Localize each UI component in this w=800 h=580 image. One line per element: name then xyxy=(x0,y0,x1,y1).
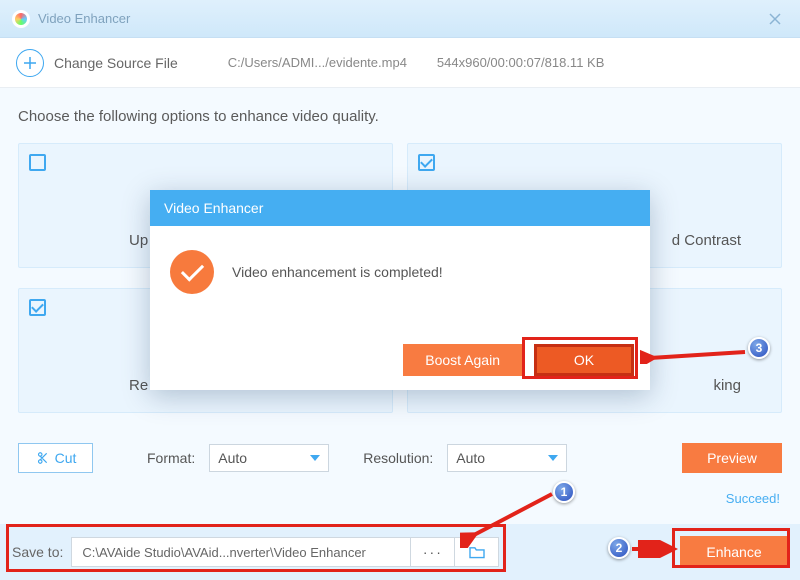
save-path-input[interactable]: C:\AVAide Studio\AVAid...nverter\Video E… xyxy=(71,537,411,567)
checkbox-brightness[interactable] xyxy=(418,154,435,171)
titlebar: Video Enhancer xyxy=(0,0,800,38)
dialog-title: Video Enhancer xyxy=(150,190,650,226)
checkbox-noise[interactable] xyxy=(29,299,46,316)
close-button[interactable] xyxy=(762,6,788,32)
dialog-buttons: Boost Again OK xyxy=(403,344,634,376)
change-source-label[interactable]: Change Source File xyxy=(54,55,178,71)
preview-button[interactable]: Preview xyxy=(682,443,782,473)
enhance-label: Enhance xyxy=(706,544,761,560)
resolution-value: Auto xyxy=(456,450,485,466)
source-bar: Change Source File C:/Users/ADMI.../evid… xyxy=(0,38,800,88)
bottom-bar: Save to: C:\AVAide Studio\AVAid...nverte… xyxy=(0,524,800,580)
format-select[interactable]: Auto xyxy=(209,444,329,472)
cut-label: Cut xyxy=(55,450,77,466)
format-value: Auto xyxy=(218,450,247,466)
app-title: Video Enhancer xyxy=(38,11,130,26)
annotation-badge-2: 2 xyxy=(608,537,630,559)
dialog-body: Video enhancement is completed! xyxy=(150,226,650,294)
palette-icon xyxy=(15,13,27,25)
resolution-select[interactable]: Auto xyxy=(447,444,567,472)
dialog-message: Video enhancement is completed! xyxy=(232,264,443,280)
format-label: Format: xyxy=(147,450,195,466)
browse-button[interactable]: ··· xyxy=(411,537,455,567)
boost-again-label: Boost Again xyxy=(425,352,500,368)
save-to-label: Save to: xyxy=(12,544,63,560)
succeed-text: Succeed! xyxy=(18,491,782,506)
enhance-button[interactable]: Enhance xyxy=(680,536,788,568)
ok-label: OK xyxy=(574,352,594,368)
change-source-add-icon[interactable] xyxy=(16,49,44,77)
cut-button[interactable]: Cut xyxy=(18,443,93,473)
boost-again-button[interactable]: Boost Again xyxy=(403,344,522,376)
open-folder-button[interactable] xyxy=(455,537,499,567)
controls-row: Cut Format: Auto Resolution: Auto Previe… xyxy=(18,433,782,483)
badge-3-label: 3 xyxy=(756,341,763,355)
app-icon xyxy=(12,10,30,28)
scissors-icon xyxy=(35,451,49,465)
checkbox-upscale[interactable] xyxy=(29,154,46,171)
completion-dialog: Video Enhancer Video enhancement is comp… xyxy=(150,190,650,390)
source-meta: 544x960/00:00:07/818.11 KB xyxy=(437,55,604,70)
ok-button[interactable]: OK xyxy=(534,344,634,376)
chevron-down-icon xyxy=(310,455,320,461)
badge-2-label: 2 xyxy=(616,541,623,555)
annotation-badge-3: 3 xyxy=(748,337,770,359)
save-path-value: C:\AVAide Studio\AVAid...nverter\Video E… xyxy=(82,545,366,560)
annotation-badge-1: 1 xyxy=(553,481,575,503)
folder-icon xyxy=(468,545,486,559)
resolution-label: Resolution: xyxy=(363,450,433,466)
success-check-icon xyxy=(170,250,214,294)
preview-label: Preview xyxy=(707,450,757,466)
chevron-down-icon xyxy=(548,455,558,461)
source-path: C:/Users/ADMI.../evidente.mp4 xyxy=(228,55,407,70)
badge-1-label: 1 xyxy=(561,485,568,499)
instruction-text: Choose the following options to enhance … xyxy=(18,108,782,125)
